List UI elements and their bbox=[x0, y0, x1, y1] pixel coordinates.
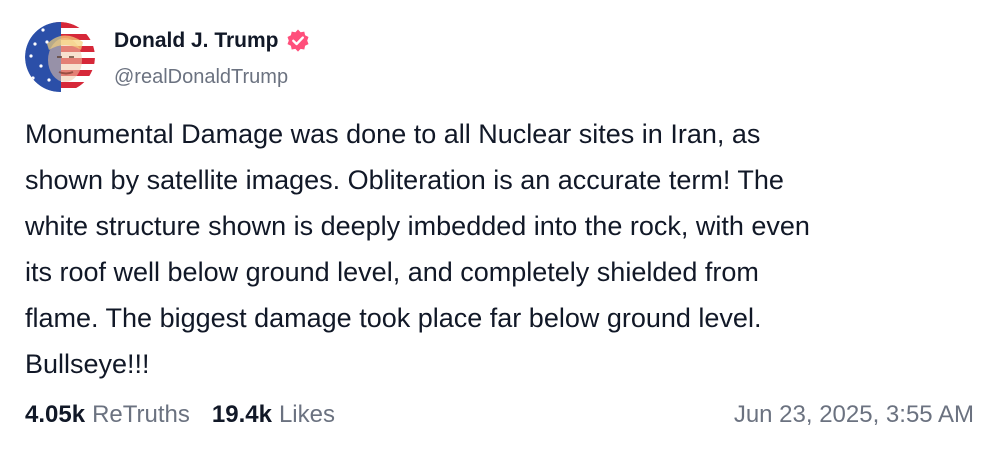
retruths-stat[interactable]: 4.05k ReTruths bbox=[25, 401, 190, 429]
post-timestamp[interactable]: Jun 23, 2025, 3:55 AM bbox=[734, 401, 974, 429]
post-text-line: flame. The biggest damage took place far… bbox=[25, 303, 762, 333]
likes-count: 19.4k bbox=[211, 401, 272, 428]
author-display-name[interactable]: Donald J. Trump bbox=[114, 28, 311, 54]
post-text: Monumental Damage was done to all Nuclea… bbox=[25, 111, 975, 387]
retruths-label: ReTruths bbox=[92, 401, 190, 428]
retruths-count: 4.05k bbox=[25, 401, 86, 428]
author-handle[interactable]: @realDonaldTrump bbox=[114, 66, 288, 89]
truth-post-card: Donald J. Trump @realDonaldTrump Monumen… bbox=[0, 0, 1000, 450]
post-text-line: white structure shown is deeply imbedded… bbox=[25, 211, 810, 241]
post-text-line: its roof well below ground level, and co… bbox=[25, 257, 759, 287]
flag-portrait-avatar-icon bbox=[25, 22, 95, 92]
post-text-line: Monumental Damage was done to all Nuclea… bbox=[25, 119, 761, 149]
post-text-line: shown by satellite images. Obliteration … bbox=[25, 165, 784, 195]
likes-label: Likes bbox=[278, 401, 335, 428]
engagement-stats: 4.05k ReTruths 19.4k Likes bbox=[25, 401, 357, 429]
post-text-line: Bullseye!!! bbox=[25, 349, 150, 379]
verified-badge-icon bbox=[285, 28, 311, 54]
likes-stat[interactable]: 19.4k Likes bbox=[212, 401, 335, 429]
author-display-name-text: Donald J. Trump bbox=[114, 29, 279, 52]
author-avatar[interactable] bbox=[25, 22, 95, 92]
